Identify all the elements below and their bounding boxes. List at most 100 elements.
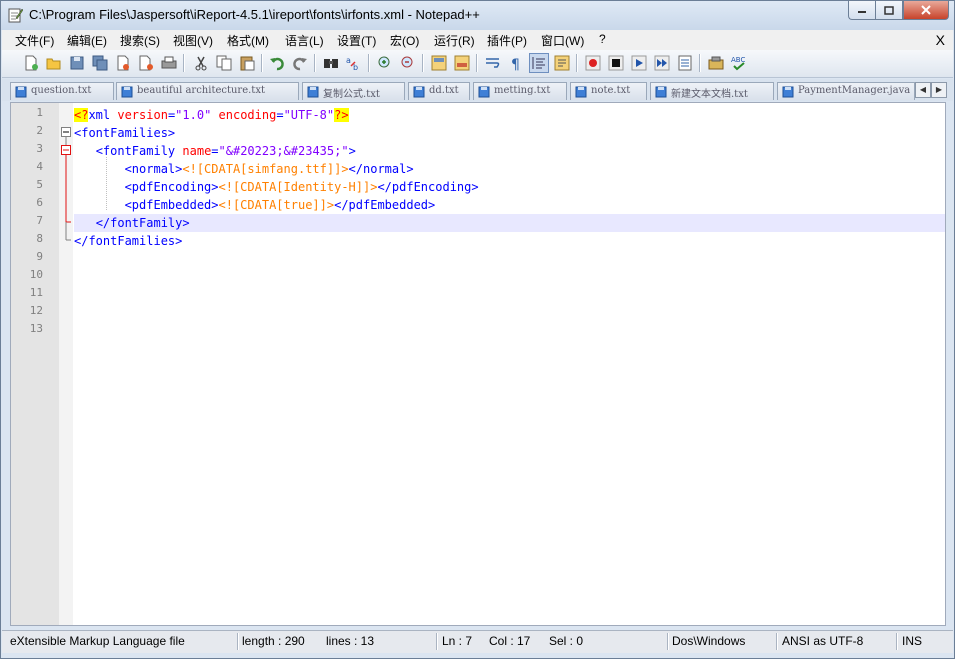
undo-icon[interactable] <box>268 54 286 72</box>
fold-box-icon[interactable] <box>61 145 71 155</box>
code-token: <fontFamilies> <box>74 126 176 140</box>
caption-buttons <box>848 1 949 21</box>
code-token: "UTF-8" <box>283 108 335 122</box>
show-all-chars-icon[interactable]: ¶ <box>507 54 525 72</box>
sync-v-icon[interactable] <box>430 54 448 72</box>
stop-macro-icon[interactable] <box>607 54 625 72</box>
tab-label: PaymentManager.java <box>798 85 911 96</box>
toolbar-separator <box>576 54 578 72</box>
zoom-in-icon[interactable] <box>376 54 394 72</box>
sync-h-icon[interactable] <box>453 54 471 72</box>
tab-new-text-document[interactable]: 新建文本文档.txt <box>650 82 774 100</box>
code-line[interactable]: <fontFamily name="&#20223;&#23435;"> <box>74 142 945 160</box>
editor-area[interactable]: 1 2 3 4 5 6 7 8 9 10 11 12 13 <?xml vers… <box>10 102 946 626</box>
code-token: <? <box>74 108 89 122</box>
code-line[interactable]: </fontFamily> <box>74 214 945 232</box>
menu-run[interactable]: 运行(R) <box>434 32 475 49</box>
save-macro-icon[interactable] <box>676 54 694 72</box>
code-token: name <box>182 144 212 158</box>
line-number: 2 <box>36 124 43 137</box>
copy-icon[interactable] <box>215 54 233 72</box>
find-icon[interactable] <box>322 54 340 72</box>
file-icon <box>478 86 490 98</box>
menu-search[interactable]: 搜索(S) <box>120 32 160 49</box>
minimize-button[interactable] <box>848 1 875 20</box>
save-all-icon[interactable] <box>91 54 109 72</box>
tab-label: beautiful architecture.txt <box>137 85 265 96</box>
fold-margin[interactable] <box>59 103 73 625</box>
redo-icon[interactable] <box>291 54 309 72</box>
line-number: 4 <box>36 160 43 173</box>
menu-macro[interactable]: 宏(O) <box>390 32 419 49</box>
zoom-out-icon[interactable] <box>399 54 417 72</box>
tab-label: note.txt <box>591 85 631 96</box>
tab-scroll-buttons: ◀ ▶ <box>915 82 947 98</box>
indent-guide-icon[interactable] <box>529 53 549 73</box>
toolbar-separator <box>261 54 263 72</box>
save-icon[interactable] <box>68 54 86 72</box>
print-icon[interactable] <box>160 54 178 72</box>
code-line[interactable]: <pdfEmbedded><![CDATA[true]]></pdfEmbedd… <box>74 196 945 214</box>
code-token: </pdfEncoding> <box>377 180 479 194</box>
menu-edit[interactable]: 编辑(E) <box>67 32 107 49</box>
tab-scroll-right-icon[interactable]: ▶ <box>931 82 947 98</box>
new-file-icon[interactable] <box>22 54 40 72</box>
replace-icon[interactable]: ab <box>345 54 363 72</box>
menu-help[interactable]: ? <box>599 32 606 46</box>
menu-file[interactable]: 文件(F) <box>15 32 54 49</box>
status-insert-mode: INS <box>902 634 923 648</box>
code-line[interactable]: <pdfEncoding><![CDATA[Identity-H]]></pdf… <box>74 178 945 196</box>
notepadpp-window: C:\Program Files\Jaspersoft\iReport-4.5.… <box>0 0 955 659</box>
cut-icon[interactable] <box>192 54 210 72</box>
menu-plugins[interactable]: 插件(P) <box>487 32 527 49</box>
svg-text:a: a <box>346 56 351 65</box>
code-text[interactable]: <?xml version="1.0" encoding="UTF-8"?> <f… <box>74 103 945 625</box>
close-document-button[interactable]: X <box>936 32 945 48</box>
line-number: 8 <box>36 232 43 245</box>
record-macro-icon[interactable] <box>584 54 602 72</box>
tab-metting[interactable]: metting.txt <box>473 82 567 100</box>
close-icon[interactable] <box>114 54 132 72</box>
code-token: encoding <box>218 108 277 122</box>
fold-box-icon[interactable] <box>61 127 71 137</box>
menu-window[interactable]: 窗口(W) <box>541 32 584 49</box>
run-macro-multiple-icon[interactable] <box>653 54 671 72</box>
tab-label: metting.txt <box>494 85 551 96</box>
toolbar-separator <box>476 54 478 72</box>
open-file-icon[interactable] <box>45 54 63 72</box>
file-icon <box>655 86 667 98</box>
code-line[interactable]: <?xml version="1.0" encoding="UTF-8"?> <box>74 106 945 124</box>
code-line[interactable]: <fontFamilies> <box>74 124 945 142</box>
maximize-button[interactable] <box>875 1 903 20</box>
tab-note[interactable]: note.txt <box>570 82 647 100</box>
code-line[interactable]: </fontFamilies> <box>74 232 945 250</box>
play-macro-icon[interactable] <box>630 54 648 72</box>
title-bar[interactable]: C:\Program Files\Jaspersoft\iReport-4.5.… <box>1 1 954 30</box>
menu-settings[interactable]: 设置(T) <box>337 32 376 49</box>
tab-scroll-left-icon[interactable]: ◀ <box>915 82 931 98</box>
tab-dd[interactable]: dd.txt <box>408 82 470 100</box>
menu-format[interactable]: 格式(M) <box>227 32 269 49</box>
menu-view[interactable]: 视图(V) <box>173 32 213 49</box>
spellcheck-icon[interactable]: ABC <box>730 54 748 72</box>
tab-payment-manager[interactable]: PaymentManager.java <box>777 82 915 100</box>
tab-copy-formula[interactable]: 复制公式.txt <box>302 82 405 100</box>
plugin-icon[interactable] <box>707 54 725 72</box>
doc-map-icon[interactable] <box>553 54 571 72</box>
tab-beautiful-architecture[interactable]: beautiful architecture.txt <box>116 82 299 100</box>
wrap-icon[interactable] <box>484 54 502 72</box>
tab-question[interactable]: question.txt <box>10 82 114 100</box>
close-all-icon[interactable] <box>137 54 155 72</box>
close-window-button[interactable] <box>903 1 949 20</box>
paste-icon[interactable] <box>238 54 256 72</box>
tab-label: question.txt <box>31 85 92 96</box>
code-token: <pdfEncoding> <box>124 180 219 194</box>
code-token: <![CDATA[Identity-H]]> <box>218 180 378 194</box>
file-icon <box>121 86 133 98</box>
code-line[interactable]: <normal><![CDATA[simfang.ttf]]></normal> <box>74 160 945 178</box>
code-token: </pdfEmbedded> <box>334 198 436 212</box>
menu-language[interactable]: 语言(L) <box>285 32 324 49</box>
